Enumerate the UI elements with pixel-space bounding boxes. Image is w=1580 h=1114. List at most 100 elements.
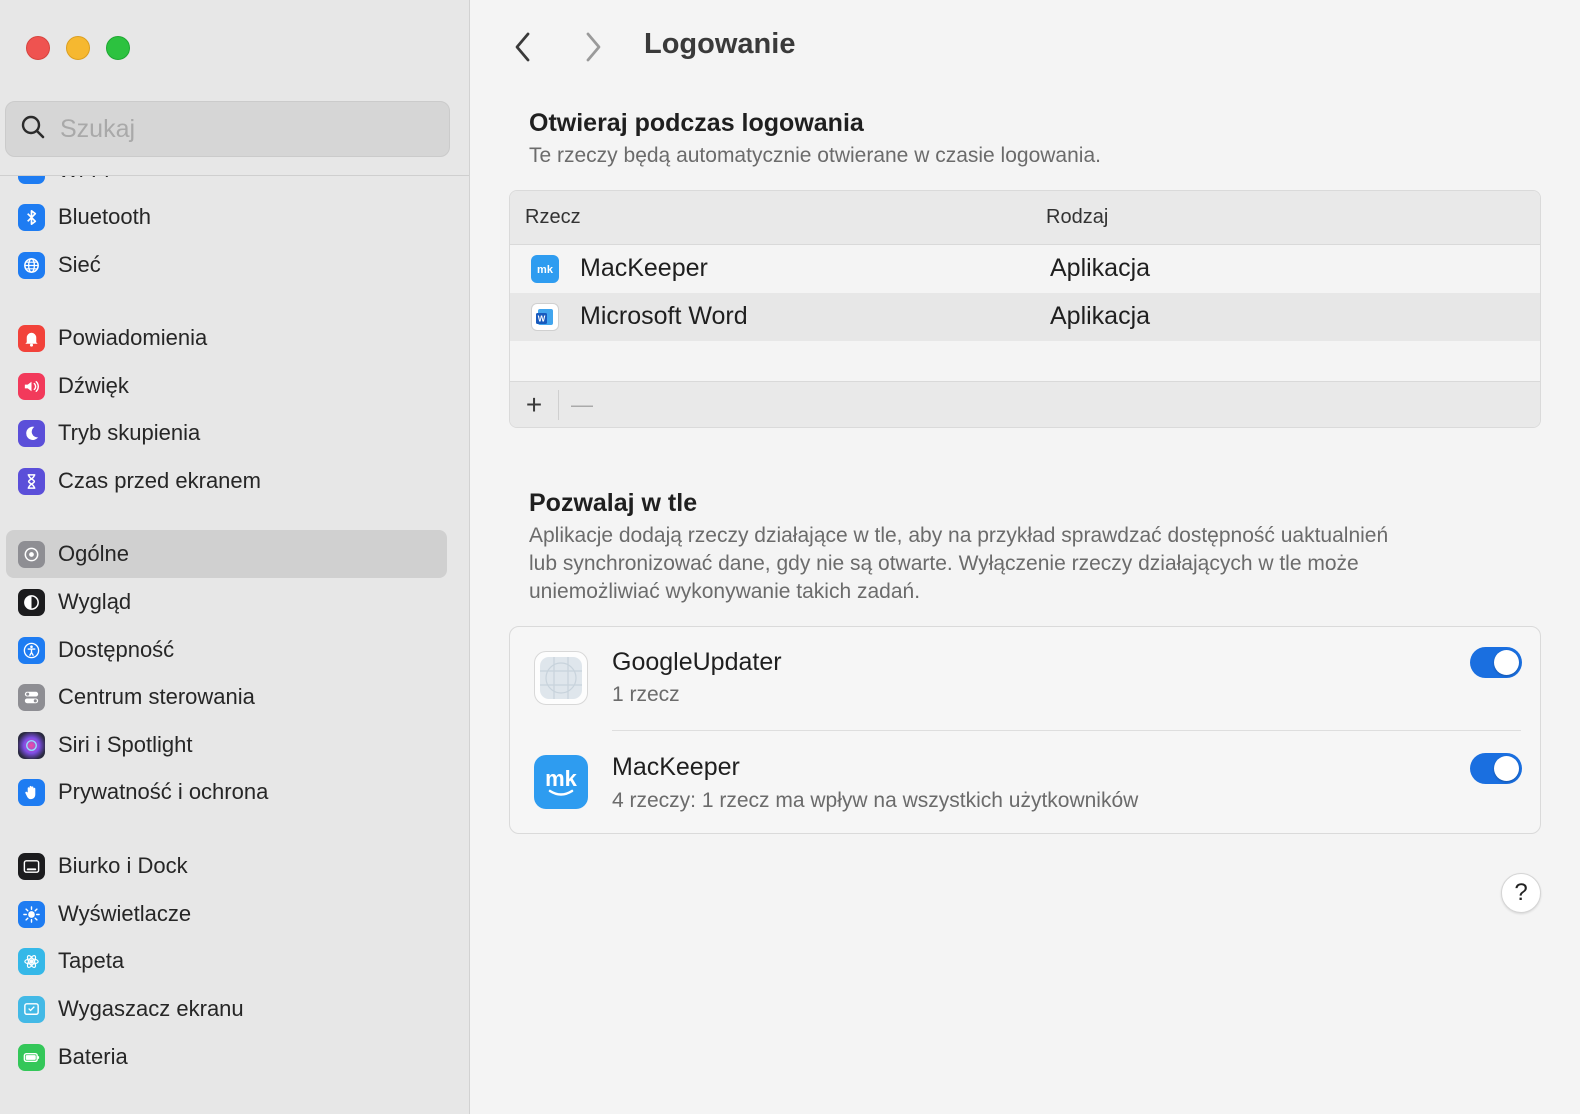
siri-icon [18,731,45,759]
forward-button[interactable] [578,30,608,64]
sidebar-item-label: Tapeta [58,948,125,973]
sidebar-item-network[interactable]: Sieć [6,241,447,289]
sidebar-item-label: Wygaszacz ekranu [58,996,244,1021]
help-button[interactable]: ? [1501,873,1541,913]
sidebar-item-label: Prywatność i ochrona [58,779,269,804]
sidebar-item-sound[interactable]: Dźwięk [6,362,447,410]
sidebar-item-label: Bluetooth [58,204,151,229]
sidebar-item-wallpaper[interactable]: Tapeta [6,937,447,985]
sidebar-item-screen-time[interactable]: Czas przed ekranem [6,457,447,505]
item-detail: 4 rzeczy: 1 rzecz ma wpływ na wszystkich… [612,789,1139,812]
page-title: Logowanie [644,28,796,60]
sidebar-item-label: Wygląd [58,589,132,614]
sidebar-item-desktop-dock[interactable]: Biurko i Dock [6,842,447,890]
mackeeper-icon: mk [531,255,559,283]
item-detail: 1 rzecz [612,683,680,706]
accessibility-icon [18,636,45,664]
background-items-description: Aplikacje dodają rzeczy działające w tle… [529,522,1388,606]
search-field[interactable] [5,101,450,157]
table-row[interactable]: mk MacKeeper Aplikacja [510,245,1540,293]
background-items-list: GoogleUpdater 1 rzecz mk MacKeeper 4 rze… [509,626,1541,834]
sidebar-item-label: Siri i Spotlight [58,732,193,757]
sidebar-item-label: Czas przed ekranem [58,468,261,493]
row-item-name: Microsoft Word [580,302,748,330]
search-input[interactable] [58,113,422,145]
zoom-window-button[interactable] [106,36,130,60]
bluetooth-icon [18,203,45,231]
row-item-name: MacKeeper [580,254,708,282]
sidebar-item-siri-spotlight[interactable]: Siri i Spotlight [6,721,447,769]
wallpaper-icon [18,947,45,975]
hourglass-icon [18,467,45,495]
sidebar-item-battery[interactable]: Bateria [6,1033,447,1081]
word-icon: W [531,303,559,331]
sidebar-item-label: Dostępność [58,637,175,662]
sidebar-item-label: Biurko i Dock [58,853,188,878]
back-button[interactable] [508,30,538,64]
add-item-button[interactable]: + [518,389,550,420]
svg-text:W: W [538,315,546,324]
row-item-kind: Aplikacja [1050,254,1151,282]
close-window-button[interactable] [26,36,50,60]
button-divider [558,390,559,420]
table-row[interactable]: W Microsoft Word Aplikacja [510,293,1540,341]
description-line: lub synchronizować dane, gdy nie są otwa… [529,552,1359,575]
sidebar-item-label: Ogólne [58,541,129,566]
control-center-icon [18,683,45,711]
hand-icon [18,778,45,806]
bell-icon [18,324,45,352]
sidebar-item-screensaver[interactable]: Wygaszacz ekranu [6,985,447,1033]
generic-app-icon [534,651,588,705]
mackeeper-toggle[interactable] [1470,753,1522,784]
gear-icon [18,540,45,568]
sidebar-item-bluetooth[interactable]: Bluetooth [6,193,447,241]
speaker-icon [18,372,45,400]
table-header: Rzecz Rodzaj [510,191,1540,245]
login-items-description: Te rzeczy będą automatycznie otwierane w… [529,144,1101,167]
sidebar-item-label: Powiadomienia [58,325,208,350]
column-header-item[interactable]: Rzecz [525,206,581,229]
login-items-title: Otwieraj podczas logowania [529,109,864,137]
column-header-kind[interactable]: Rodzaj [1046,206,1108,229]
globe-icon [18,251,45,279]
dock-icon [18,852,45,880]
list-item: mk MacKeeper 4 rzeczy: 1 rzecz ma wpływ … [510,731,1540,835]
list-item: GoogleUpdater 1 rzecz [510,627,1540,731]
sidebar-item-label: Centrum sterowania [58,684,255,709]
row-item-kind: Aplikacja [1050,302,1151,330]
sidebar-divider [0,175,469,176]
description-line: uniemożliwiać wykonywanie takich zadań. [529,580,921,603]
main-content: Logowanie Otwieraj podczas logowania Te … [470,0,1580,1114]
sidebar-item-notifications[interactable]: Powiadomienia [6,314,447,362]
sidebar-item-displays[interactable]: Wyświetlacze [6,890,447,938]
screensaver-icon [18,995,45,1023]
battery-icon [18,1043,45,1071]
sidebar-item-focus[interactable]: Tryb skupienia [6,409,447,457]
sidebar-item-control-center[interactable]: Centrum sterowania [6,673,447,721]
background-items-title: Pozwalaj w tle [529,489,698,517]
moon-icon [18,419,45,447]
chevron-left-icon [515,32,530,62]
table-footer: + — [510,381,1540,427]
login-items-table: Rzecz Rodzaj mk MacKeeper Aplikacja W Mi… [509,190,1541,428]
window-controls [26,36,130,60]
sidebar-item-label: Tryb skupienia [58,420,201,445]
sidebar-item-label: Bateria [58,1044,128,1069]
sidebar-item-general[interactable]: Ogólne [6,530,447,578]
svg-text:mk: mk [537,264,554,276]
item-name: MacKeeper [612,753,740,781]
sidebar-item-appearance[interactable]: Wygląd [6,578,447,626]
googleupdater-toggle[interactable] [1470,647,1522,678]
appearance-icon [18,588,45,616]
item-name: GoogleUpdater [612,648,782,676]
sidebar-item-label: Dźwięk [58,373,129,398]
sidebar-nav: Wi-Fi Bluetooth Sieć Powiadomienia Dźwię [0,140,469,1114]
sidebar-header [0,0,469,175]
sidebar-item-privacy[interactable]: Prywatność i ochrona [6,768,447,816]
description-line: Aplikacje dodają rzeczy działające w tle… [529,524,1389,547]
sidebar-item-accessibility[interactable]: Dostępność [6,626,447,674]
remove-item-button[interactable]: — [566,390,598,420]
svg-text:mk: mk [545,766,578,791]
sidebar: Wi-Fi Bluetooth Sieć Powiadomienia Dźwię [0,0,470,1114]
minimize-window-button[interactable] [66,36,90,60]
